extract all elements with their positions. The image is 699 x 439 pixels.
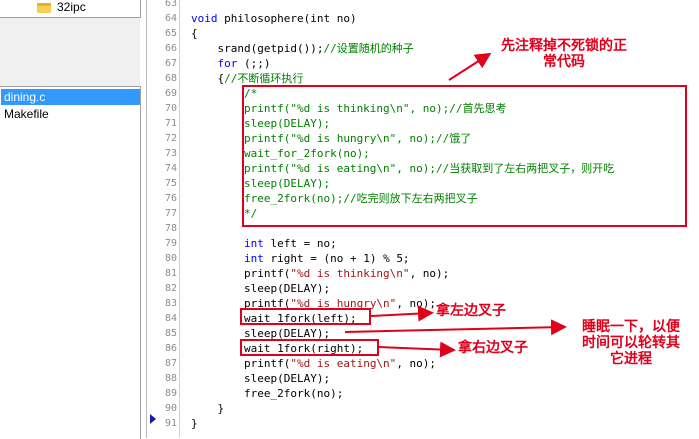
code-token: right = (no + 1) % 5; (270, 252, 410, 265)
code-line: } (191, 401, 224, 416)
line-number: 71 (164, 118, 177, 129)
code-token: left = no; (270, 237, 337, 250)
code-token: //不断循环执行 (224, 72, 304, 85)
code-line: sleep(DELAY); (191, 371, 330, 386)
line-number: 63 (164, 0, 177, 9)
code-line: printf("%d is thinking\n", no); (191, 266, 449, 281)
code-token: , no); (396, 357, 437, 370)
file-item-makefile[interactable]: Makefile (1, 106, 140, 122)
line-number: 66 (164, 43, 177, 54)
code-line: void philosophere(int no) (191, 11, 357, 26)
line-number: 85 (164, 328, 177, 339)
line-number: 87 (164, 358, 177, 369)
line-number: 78 (164, 223, 177, 234)
line-number: 65 (164, 28, 177, 39)
code-token: sleep(DELAY); (191, 372, 331, 385)
code-token: printf( (191, 357, 291, 370)
line-number: 72 (164, 133, 177, 144)
line-number: 91 (164, 418, 177, 429)
code-line: srand(getpid());//设置随机的种子 (191, 41, 414, 56)
folder-item[interactable]: 32ipc (37, 0, 86, 14)
line-number: 80 (164, 253, 177, 264)
code-token: printf( (191, 267, 291, 280)
line-number: 64 (164, 13, 177, 24)
folder-panel: 32ipc (0, 0, 141, 18)
code-line: {//不断循环执行 (191, 71, 303, 86)
folder-label: 32ipc (57, 0, 86, 14)
left-pane: 32ipc dining.c Makefile (0, 0, 141, 439)
line-number: 68 (164, 73, 177, 84)
code-line: { (191, 26, 198, 41)
line-number: 89 (164, 388, 177, 399)
line-number: 84 (164, 313, 177, 324)
line-number: 82 (164, 283, 177, 294)
annotation-sleep: 睡眠一下，以便 时间可以轮转其 它进程 (582, 319, 680, 367)
line-number: 83 (164, 298, 177, 309)
line-number: 77 (164, 208, 177, 219)
annotation-box-wait-right (240, 339, 379, 356)
line-number: 90 (164, 403, 177, 414)
code-token: sleep(DELAY); (191, 282, 331, 295)
code-token: int (243, 252, 271, 265)
file-item-dining-c[interactable]: dining.c (1, 89, 140, 105)
annotation-box-wait-left (240, 308, 371, 325)
code-token: } (191, 417, 198, 430)
annotation-take-right: 拿右边叉子 (458, 340, 528, 356)
code-token: { (191, 72, 225, 85)
code-token: void (191, 12, 225, 25)
code-token: , no); (396, 297, 437, 310)
code-line: free_2fork(no); (191, 386, 343, 401)
code-token: philosophere(int no) (224, 12, 357, 25)
line-number: 76 (164, 193, 177, 204)
line-number: 70 (164, 103, 177, 114)
line-number: 88 (164, 373, 177, 384)
code-token: (;;) (244, 57, 271, 70)
line-number: 86 (164, 343, 177, 354)
folder-icon (37, 2, 51, 13)
line-number: 75 (164, 178, 177, 189)
code-token: for (217, 57, 244, 70)
line-number: 67 (164, 58, 177, 69)
code-token: free_2fork(no); (191, 387, 344, 400)
code-line: } (191, 416, 198, 431)
line-number: 69 (164, 88, 177, 99)
code-token: srand(getpid()); (191, 42, 324, 55)
code-token: "%d is eating\n" (290, 357, 397, 370)
code-line: for (;;) (191, 56, 271, 71)
code-token: , no); (409, 267, 450, 280)
code-token: } (191, 402, 225, 415)
code-line: int right = (no + 1) % 5; (191, 251, 410, 266)
file-list: dining.c Makefile (0, 86, 141, 439)
code-token: int (243, 237, 271, 250)
line-number: 79 (164, 238, 177, 249)
line-number: 81 (164, 268, 177, 279)
line-number: 74 (164, 163, 177, 174)
annotation-comment-out: 先注释掉不死锁的正 常代码 (501, 38, 627, 70)
code-token: //设置随机的种子 (323, 42, 414, 55)
code-token: "%d is thinking\n" (290, 267, 410, 280)
line-number: 73 (164, 148, 177, 159)
annotation-box-comment-block (242, 85, 687, 227)
code-line: printf("%d is eating\n", no); (191, 356, 436, 371)
annotation-take-left: 拿左边叉子 (436, 303, 506, 319)
fold-guide (179, 0, 180, 438)
code-line: int left = no; (191, 236, 337, 251)
line-number-gutter: 63 64 65 66 67 68 69 70 71 72 73 74 75 76 77 78 79 80 81 82… (147, 0, 183, 438)
code-token: { (191, 27, 198, 40)
code-line: sleep(DELAY); (191, 281, 330, 296)
